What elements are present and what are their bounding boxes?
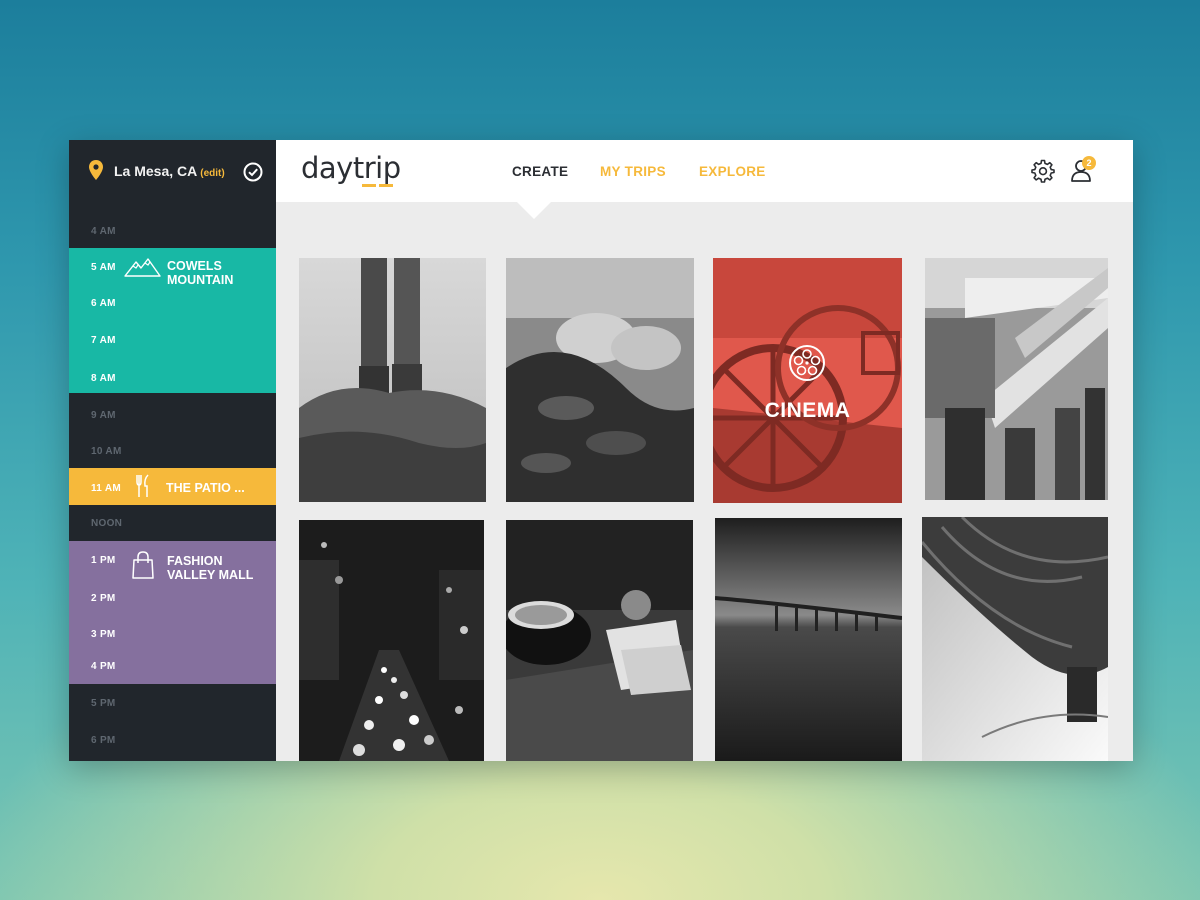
balloon-photo bbox=[922, 517, 1108, 761]
location-city: La Mesa, CA (edit) bbox=[114, 163, 225, 179]
hour-label: NOON bbox=[91, 518, 123, 529]
tile-coffee-cafe[interactable] bbox=[506, 520, 693, 761]
film-reel-icon bbox=[789, 345, 825, 381]
hour-label: 6 AM bbox=[91, 298, 116, 309]
hour-label: 7 AM bbox=[91, 335, 116, 346]
hour-label: 8 AM bbox=[91, 373, 116, 384]
confirm-check-icon[interactable] bbox=[243, 162, 263, 182]
bridge-photo bbox=[715, 518, 902, 761]
event-title: FASHION VALLEY MALL bbox=[167, 554, 254, 582]
hour-label: 4 AM bbox=[91, 226, 116, 237]
event-title: THE PATIO ... bbox=[166, 481, 245, 495]
mountain-icon bbox=[124, 258, 161, 277]
tab-explore[interactable]: EXPLORE bbox=[699, 164, 766, 179]
daytrip-logo[interactable]: daytrip bbox=[301, 151, 401, 185]
shopping-bag-icon bbox=[132, 551, 154, 579]
hour-label: 4 PM bbox=[91, 661, 116, 672]
hour-label: 1 PM bbox=[91, 555, 116, 566]
pastries-photo bbox=[506, 258, 694, 502]
fork-knife-icon bbox=[136, 474, 149, 497]
hour-label: 5 AM bbox=[91, 262, 116, 273]
edit-location-link[interactable]: (edit) bbox=[200, 168, 224, 179]
coffee-photo bbox=[506, 520, 693, 761]
cinema-label: CINEMA bbox=[764, 399, 851, 422]
logo-underline bbox=[379, 184, 393, 187]
hour-label: 3 PM bbox=[91, 629, 116, 640]
tile-city-night-traffic[interactable] bbox=[299, 520, 484, 761]
hour-label: 2 PM bbox=[91, 593, 116, 604]
event-title: COWELS MOUNTAIN bbox=[167, 259, 234, 287]
tile-pastries[interactable] bbox=[506, 258, 694, 502]
tile-bridge-bay[interactable] bbox=[715, 518, 902, 761]
hour-label: 6 PM bbox=[91, 735, 116, 746]
city-night-photo bbox=[299, 520, 484, 761]
tile-hot-air-balloon[interactable] bbox=[922, 517, 1108, 761]
settings-gear-icon[interactable] bbox=[1031, 159, 1055, 183]
hiker-photo bbox=[299, 258, 486, 502]
hour-label: 9 AM bbox=[91, 410, 116, 421]
location-pin-icon bbox=[89, 160, 103, 180]
tab-create[interactable]: CREATE bbox=[512, 164, 568, 179]
hour-label: 11 AM bbox=[91, 483, 122, 494]
active-tab-pointer bbox=[517, 202, 551, 219]
logo-underline bbox=[362, 184, 376, 187]
app-window: La Mesa, CA (edit) 4 AM 5 AM 6 AM 7 AM 8 … bbox=[69, 140, 1133, 761]
escalator-photo bbox=[925, 258, 1108, 500]
tile-cinema[interactable]: CINEMA bbox=[713, 258, 902, 503]
notification-badge: 2 bbox=[1082, 156, 1096, 170]
tile-escalator-crowd[interactable] bbox=[925, 258, 1108, 500]
hour-label: 5 PM bbox=[91, 698, 116, 709]
location-bar: La Mesa, CA (edit) bbox=[69, 140, 276, 202]
schedule-sidebar: La Mesa, CA (edit) 4 AM 5 AM 6 AM 7 AM 8 … bbox=[69, 140, 276, 761]
hour-label: 10 AM bbox=[91, 446, 122, 457]
top-navigation-bar: daytrip CREATE MY TRIPS EXPLORE 2 bbox=[276, 140, 1133, 202]
tile-hiker-boots[interactable] bbox=[299, 258, 486, 502]
tab-my-trips[interactable]: MY TRIPS bbox=[600, 164, 666, 179]
